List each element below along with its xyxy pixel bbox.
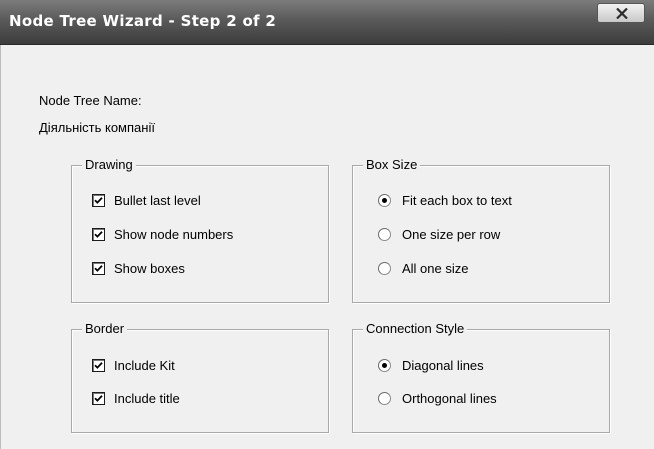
all-one-size-label: All one size [402,260,469,276]
orthogonal-lines-label: Orthogonal lines [402,390,497,406]
window-title: Node Tree Wizard - Step 2 of 2 [9,12,277,30]
radio-unselected-icon [378,261,391,275]
show-boxes-label: Show boxes [114,260,185,276]
radio-selected-icon [378,193,391,207]
all-one-size-radio[interactable]: All one size [378,259,468,277]
drawing-group-legend: Drawing [82,157,136,172]
node-tree-name-value: Діяльність компанії [39,120,155,135]
include-title-label: Include title [114,390,180,406]
checkbox-checked-icon [92,391,105,405]
title-bar[interactable]: Node Tree Wizard - Step 2 of 2 [0,0,654,45]
border-group-legend: Border [82,321,128,336]
fit-each-box-to-text-label: Fit each box to text [402,192,512,208]
connection-style-group-legend: Connection Style [363,321,468,336]
checkbox-checked-icon [92,227,105,241]
box-size-group-legend: Box Size [363,157,421,172]
close-button[interactable] [597,3,645,23]
checkbox-checked-icon [92,261,105,275]
bullet-last-level-checkbox[interactable]: Bullet last level [92,191,201,209]
close-icon [616,8,628,19]
show-node-numbers-checkbox[interactable]: Show node numbers [92,225,233,243]
connection-style-group: Connection Style [352,321,610,433]
radio-unselected-icon [378,227,391,241]
diagonal-lines-label: Diagonal lines [402,357,484,373]
one-size-per-row-radio[interactable]: One size per row [378,225,500,243]
orthogonal-lines-radio[interactable]: Orthogonal lines [378,389,497,407]
diagonal-lines-radio[interactable]: Diagonal lines [378,356,484,374]
border-group: Border [71,321,329,433]
fit-each-box-to-text-radio[interactable]: Fit each box to text [378,191,512,209]
bullet-last-level-label: Bullet last level [114,192,201,208]
checkbox-checked-icon [92,358,105,372]
dialog-body: Node Tree Name: Діяльність компанії Draw… [0,45,654,449]
node-tree-name-label: Node Tree Name: [39,93,142,108]
radio-selected-icon [378,358,391,372]
show-node-numbers-label: Show node numbers [114,226,234,242]
include-kit-checkbox[interactable]: Include Kit [92,356,175,374]
checkbox-checked-icon [92,193,105,207]
include-kit-label: Include Kit [114,357,175,373]
node-tree-wizard-dialog: Node Tree Wizard - Step 2 of 2 Node Tree… [0,0,654,449]
radio-unselected-icon [378,391,391,405]
show-boxes-checkbox[interactable]: Show boxes [92,259,185,277]
include-title-checkbox[interactable]: Include title [92,389,180,407]
one-size-per-row-label: One size per row [402,226,501,242]
